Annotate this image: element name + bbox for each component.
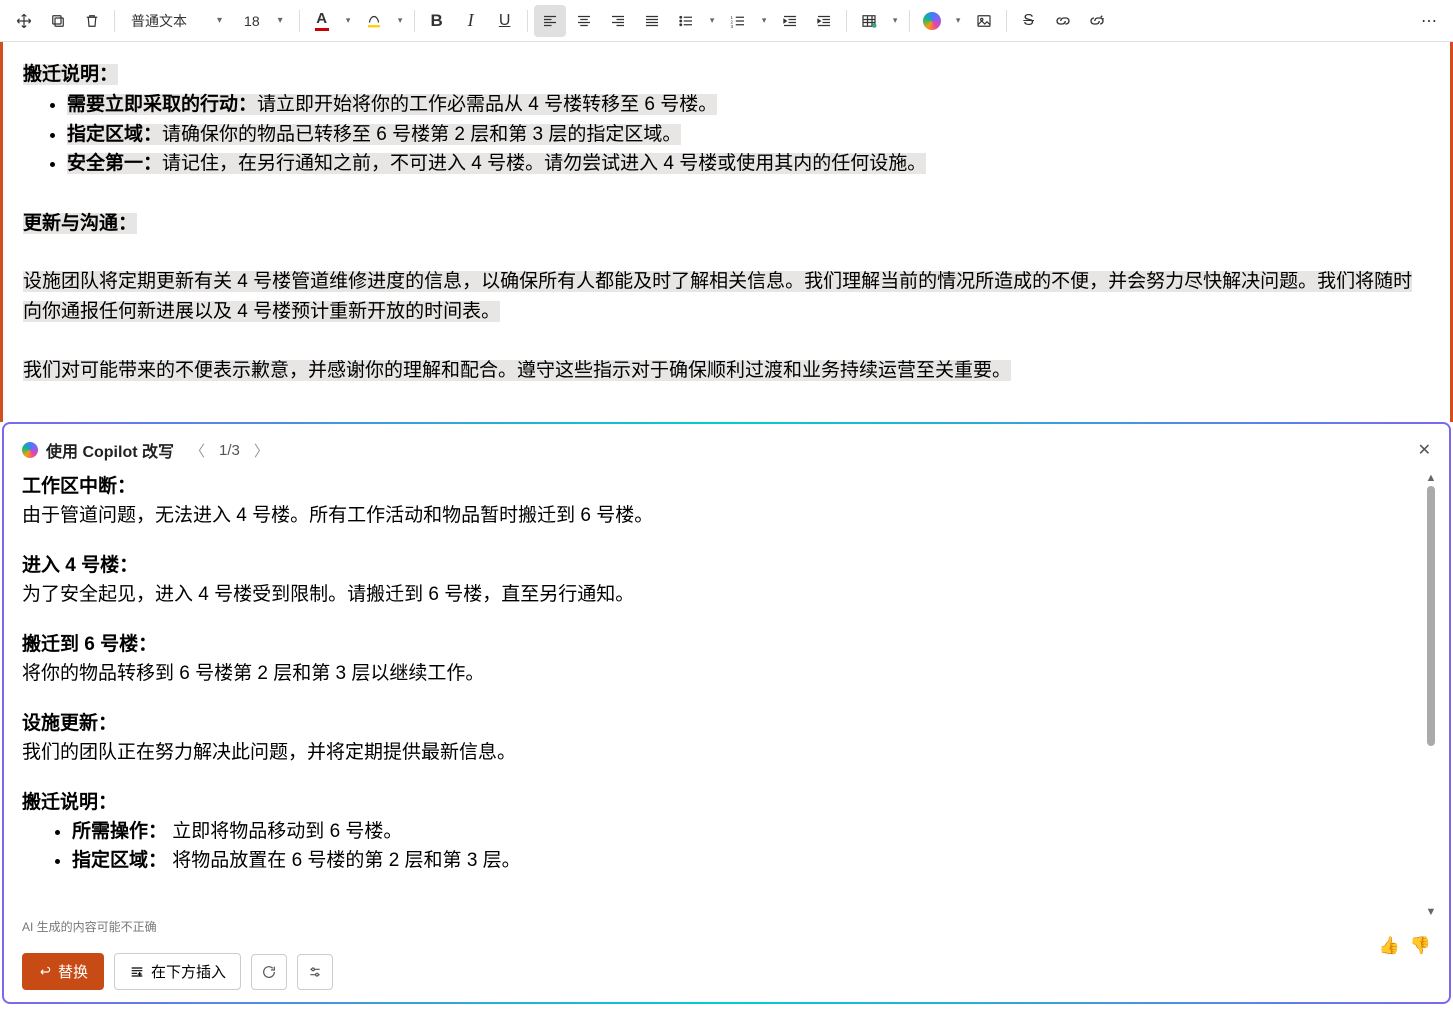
font-color-button[interactable]: A: [306, 5, 338, 37]
doc-bullet: 指定区域：请确保你的物品已转移至 6 号楼第 2 层和第 3 层的指定区域。: [67, 120, 1430, 149]
copilot-icon: [22, 442, 38, 458]
copilot-section-text: 为了安全起见，进入 4 号楼受到限制。请搬迁到 6 号楼，直至另行通知。: [22, 580, 1419, 609]
replace-button[interactable]: 替换: [22, 953, 104, 990]
document-body[interactable]: 搬迁说明： 需要立即采取的行动：请立即开始将你的工作必需品从 4 号楼转移至 6…: [0, 42, 1453, 422]
copilot-section-heading: 进入 4 号楼：: [22, 551, 1419, 580]
copy-icon[interactable]: [42, 5, 74, 37]
indent-decrease-button[interactable]: [774, 5, 806, 37]
style-select[interactable]: 普通文本▾: [121, 5, 232, 37]
copilot-scrollbar[interactable]: ▲ ▼: [1419, 472, 1443, 918]
copilot-rewrite-panel: 使用 Copilot 改写 〈 1/3 〉 ✕ 工作区中断：由于管道问题，无法进…: [2, 422, 1451, 1004]
link-button[interactable]: [1047, 5, 1079, 37]
suggestion-counter: 1/3: [219, 442, 240, 459]
doc-bullet: 安全第一：请记住，在另行通知之前，不可进入 4 号楼。请勿尝试进入 4 号楼或使…: [67, 149, 1430, 178]
scroll-down-arrow[interactable]: ▼: [1426, 906, 1437, 918]
copilot-suggestion-body: 工作区中断：由于管道问题，无法进入 4 号楼。所有工作活动和物品暂时搬迁到 6 …: [22, 472, 1419, 918]
bullet-list-button[interactable]: [670, 5, 702, 37]
adjust-button[interactable]: [297, 954, 333, 990]
copilot-section-text: 将你的物品转移到 6 号楼第 2 层和第 3 层以继续工作。: [22, 659, 1419, 688]
scroll-up-arrow[interactable]: ▲: [1426, 472, 1437, 484]
numbered-list-button[interactable]: 123: [722, 5, 754, 37]
align-left-button[interactable]: [534, 5, 566, 37]
highlight-color-button[interactable]: [358, 5, 390, 37]
indent-increase-button[interactable]: [808, 5, 840, 37]
doc-paragraph-1: 设施团队将定期更新有关 4 号楼管道维修进度的信息，以确保所有人都能及时了解相关…: [23, 271, 1412, 322]
underline-button[interactable]: U: [489, 5, 521, 37]
regenerate-button[interactable]: [251, 954, 287, 990]
thumbs-down-button[interactable]: 👎: [1410, 936, 1431, 956]
copilot-caret[interactable]: ▾: [948, 5, 966, 37]
doc-bullet: 需要立即采取的行动：请立即开始将你的工作必需品从 4 号楼转移至 6 号楼。: [67, 90, 1430, 119]
copilot-button[interactable]: [916, 5, 948, 37]
image-button[interactable]: [968, 5, 1000, 37]
align-center-button[interactable]: [568, 5, 600, 37]
copilot-list-heading: 搬迁说明：: [22, 788, 1419, 817]
thumbs-up-button[interactable]: 👍: [1379, 936, 1400, 956]
copilot-section-text: 由于管道问题，无法进入 4 号楼。所有工作活动和物品暂时搬迁到 6 号楼。: [22, 501, 1419, 530]
strikethrough-button[interactable]: S: [1013, 5, 1045, 37]
unlink-button[interactable]: [1081, 5, 1113, 37]
font-color-caret[interactable]: ▾: [338, 5, 356, 37]
bold-button[interactable]: B: [421, 5, 453, 37]
copilot-list-item: 所需操作： 立即将物品移动到 6 号楼。: [72, 817, 1419, 846]
table-caret[interactable]: ▾: [885, 5, 903, 37]
copilot-panel-title: 使用 Copilot 改写: [46, 438, 174, 462]
next-suggestion-button[interactable]: 〉: [254, 440, 269, 461]
insert-below-button[interactable]: 在下方插入: [114, 953, 241, 990]
prev-suggestion-button[interactable]: 〈: [190, 440, 205, 461]
font-size-select[interactable]: 18▾: [234, 5, 293, 37]
copilot-section-heading: 设施更新：: [22, 709, 1419, 738]
move-icon[interactable]: [8, 5, 40, 37]
svg-text:3: 3: [730, 23, 733, 28]
italic-button[interactable]: I: [455, 5, 487, 37]
ai-disclaimer: AI 生成的内容可能不正确: [4, 918, 1449, 935]
copilot-list-item: 指定区域： 将物品放置在 6 号楼的第 2 层和第 3 层。: [72, 846, 1419, 875]
scroll-thumb[interactable]: [1427, 486, 1435, 746]
copilot-section-text: 我们的团队正在努力解决此问题，并将定期提供最新信息。: [22, 738, 1419, 767]
close-button[interactable]: ✕: [1418, 440, 1431, 460]
copilot-section-heading: 工作区中断：: [22, 472, 1419, 501]
highlight-color-caret[interactable]: ▾: [390, 5, 408, 37]
doc-heading-2: 更新与沟通：: [23, 213, 137, 234]
align-justify-button[interactable]: [636, 5, 668, 37]
table-button[interactable]: [853, 5, 885, 37]
bullet-list-caret[interactable]: ▾: [702, 5, 720, 37]
more-button[interactable]: ⋯: [1413, 5, 1445, 37]
numbered-list-caret[interactable]: ▾: [754, 5, 772, 37]
copilot-section-heading: 搬迁到 6 号楼：: [22, 630, 1419, 659]
formatting-toolbar: 普通文本▾ 18▾ A ▾ ▾ B I U ▾ 123 ▾ ▾ ▾ S ⋯: [0, 0, 1453, 42]
align-right-button[interactable]: [602, 5, 634, 37]
doc-heading-1: 搬迁说明：: [23, 64, 118, 85]
doc-paragraph-2: 我们对可能带来的不便表示歉意，并感谢你的理解和配合。遵守这些指示对于确保顺利过渡…: [23, 360, 1011, 381]
delete-icon[interactable]: [76, 5, 108, 37]
